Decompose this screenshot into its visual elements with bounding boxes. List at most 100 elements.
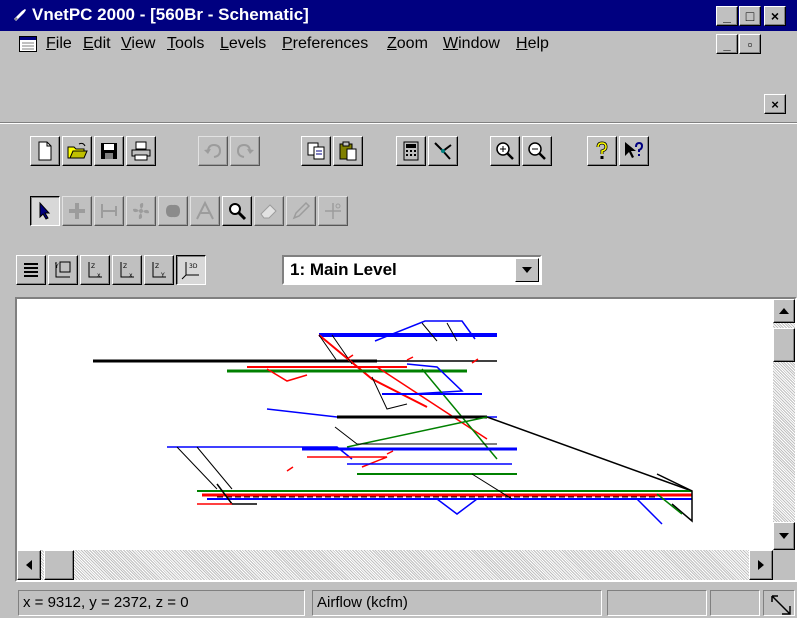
svg-text:Z: Z <box>155 263 159 270</box>
vertical-scroll-thumb[interactable] <box>773 328 795 362</box>
new-document-button[interactable] <box>30 136 60 166</box>
status-mode: Airflow (kcfm) <box>312 590 602 616</box>
eraser-tool-button[interactable] <box>254 196 284 226</box>
network-button[interactable] <box>428 136 458 166</box>
horizontal-scrollbar[interactable] <box>17 550 773 580</box>
ventilation-network-drawing <box>93 320 693 525</box>
svg-text:3D: 3D <box>189 263 198 270</box>
scissors-icon <box>325 203 341 219</box>
save-button[interactable] <box>94 136 124 166</box>
text-icon <box>196 200 214 220</box>
svg-text:Z: Z <box>123 263 127 270</box>
mdi-close-button[interactable]: × <box>764 94 786 114</box>
redo-icon <box>236 143 254 158</box>
menu-bar: File Edit View Tools Levels Preferences … <box>0 31 797 114</box>
new-document-icon <box>38 141 52 161</box>
menu-preferences[interactable]: Preferences <box>282 35 368 53</box>
mdi-minimize-button[interactable]: _ <box>716 34 738 54</box>
status-bar: x = 9312, y = 2372, z = 0 Airflow (kcfm) <box>0 588 797 618</box>
junction-icon <box>69 203 85 219</box>
undo-button[interactable] <box>198 136 228 166</box>
airway-black-ticks <box>421 322 458 342</box>
help-button[interactable] <box>587 136 617 166</box>
fan-tool-button[interactable] <box>126 196 156 226</box>
title-bar[interactable]: VnetPC 2000 - [560Br - Schematic] _ □ × <box>0 0 797 31</box>
select-arrow-icon <box>39 201 51 220</box>
scroll-up-button[interactable] <box>773 299 795 323</box>
paste-button[interactable] <box>333 136 363 166</box>
maximize-button[interactable]: □ <box>739 6 761 26</box>
minimize-button[interactable]: _ <box>716 6 738 26</box>
view-zy-icon: ZY <box>152 262 166 279</box>
airway-green-diag4 <box>346 416 488 448</box>
svg-text:x: x <box>97 272 101 279</box>
text-tool-button[interactable] <box>190 196 220 226</box>
document-window-icon[interactable] <box>19 36 37 52</box>
svg-text:Z: Z <box>91 263 95 270</box>
scroll-right-button[interactable] <box>749 550 773 580</box>
airway-red-row5 <box>307 456 388 468</box>
menu-view[interactable]: View <box>121 35 155 53</box>
zoom-in-button[interactable] <box>490 136 520 166</box>
app-icon[interactable] <box>12 7 28 23</box>
chevron-down-icon <box>522 267 532 273</box>
network-icon <box>434 142 452 160</box>
menu-help[interactable]: Help <box>516 35 549 53</box>
redo-button[interactable] <box>230 136 260 166</box>
svg-text:Y: Y <box>160 272 165 279</box>
calculator-button[interactable] <box>396 136 426 166</box>
zoom-in-icon <box>496 142 514 160</box>
zoom-out-button[interactable] <box>522 136 552 166</box>
regulator-tool-button[interactable] <box>158 196 188 226</box>
status-pane-3 <box>607 590 707 616</box>
level-dropdown-arrow[interactable] <box>515 258 539 282</box>
save-disk-icon <box>101 143 117 159</box>
menu-zoom[interactable]: Zoom <box>387 35 428 53</box>
view-yx-button[interactable]: Y <box>48 255 78 285</box>
layers-button[interactable] <box>16 255 46 285</box>
airway-black-slant <box>176 446 233 490</box>
print-button[interactable] <box>126 136 156 166</box>
status-pane-4 <box>710 590 760 616</box>
view-zx-icon: Zx <box>88 262 102 279</box>
menu-tools[interactable]: Tools <box>167 35 204 53</box>
view-zy-button[interactable]: ZY <box>144 255 174 285</box>
svg-text:x: x <box>129 272 133 279</box>
select-tool-button[interactable] <box>30 196 60 226</box>
magnify-tool-button[interactable] <box>222 196 252 226</box>
mdi-restore-button[interactable]: ▫ <box>739 34 761 54</box>
horizontal-scroll-thumb[interactable] <box>44 550 74 580</box>
menu-levels[interactable]: Levels <box>220 35 266 53</box>
schematic-canvas[interactable] <box>15 297 797 582</box>
level-select[interactable]: 1: Main Level <box>282 255 542 285</box>
pencil-tool-button[interactable] <box>286 196 316 226</box>
vertical-scrollbar[interactable] <box>773 299 795 550</box>
airway-blue-loop <box>374 320 476 342</box>
blob-icon <box>166 204 180 218</box>
menu-edit[interactable]: Edit <box>83 35 111 53</box>
open-button[interactable] <box>62 136 92 166</box>
view-3d-button[interactable]: 3D <box>176 255 206 285</box>
menu-window[interactable]: Window <box>443 35 500 53</box>
view-zx-button[interactable]: Zx <box>80 255 110 285</box>
context-help-button[interactable] <box>619 136 649 166</box>
scroll-corner <box>773 550 795 580</box>
menu-file[interactable]: File <box>46 35 72 53</box>
airway-green-long <box>421 368 498 460</box>
close-button[interactable]: × <box>764 6 786 26</box>
junction-tool-button[interactable] <box>62 196 92 226</box>
copy-button[interactable] <box>301 136 331 166</box>
scroll-left-button[interactable] <box>17 550 41 580</box>
scroll-down-button[interactable] <box>773 522 795 550</box>
view-zx2-icon: Zx <box>120 262 134 279</box>
help-icon <box>596 141 608 159</box>
context-help-icon <box>625 141 644 158</box>
split-tool-button[interactable] <box>318 196 348 226</box>
airway-blue-v <box>436 498 478 515</box>
resize-grip-icon[interactable] <box>768 592 794 616</box>
copy-icon <box>307 142 325 160</box>
branch-tool-button[interactable] <box>94 196 124 226</box>
view-3d-icon: 3D <box>181 262 199 280</box>
view-zx2-button[interactable]: Zx <box>112 255 142 285</box>
fan-icon <box>133 203 149 219</box>
